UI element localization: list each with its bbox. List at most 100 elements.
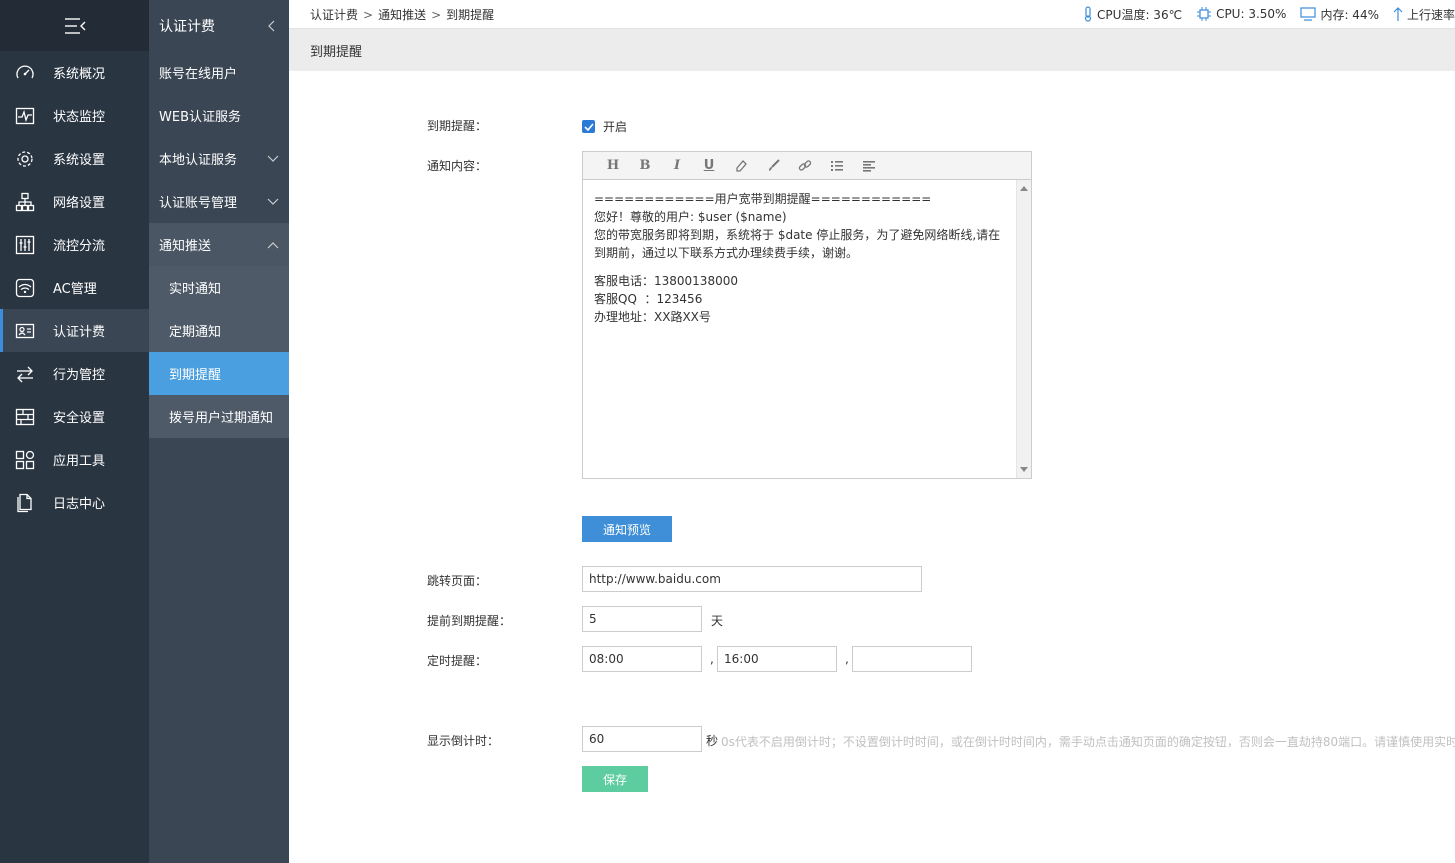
content-line: 办理地址：XX路XX号 bbox=[594, 310, 711, 324]
eraser-button[interactable] bbox=[725, 156, 757, 176]
nav-item-label: 应用工具 bbox=[53, 454, 106, 469]
expiry-reminder-form: 到期提醒： 开启 通知内容： H B I U ============用户宽带到… bbox=[289, 71, 1455, 863]
link-icon bbox=[798, 159, 812, 171]
nav-item-10[interactable]: 日志中心 bbox=[0, 481, 149, 524]
upload-value: 上行速率 bbox=[1406, 7, 1455, 22]
sidebar-item-notify-push[interactable]: 通知推送 bbox=[149, 223, 289, 266]
memory-value: 内存: 44% bbox=[1320, 7, 1379, 22]
cpu-temp-stat: CPU温度: 36℃ bbox=[1083, 6, 1182, 23]
heading-button[interactable]: H bbox=[597, 156, 629, 176]
nav-item-3[interactable]: 网络设置 bbox=[0, 180, 149, 223]
cpu-stat: CPU: 3.50% bbox=[1196, 6, 1286, 22]
breadcrumb-item[interactable]: 认证计费 bbox=[310, 8, 358, 22]
nav-item-7[interactable]: 行为管控 bbox=[0, 352, 149, 395]
dashboard-icon bbox=[14, 62, 36, 84]
memory-stat: 内存: 44% bbox=[1300, 6, 1379, 23]
timer-input-1[interactable]: 08:00 bbox=[582, 646, 702, 672]
breadcrumb-separator: > bbox=[431, 7, 442, 22]
advance-days-input[interactable]: 5 bbox=[582, 606, 702, 632]
timer-label: 定时提醒： bbox=[427, 654, 488, 668]
apps-icon bbox=[14, 449, 36, 471]
sidebar-item-local-auth[interactable]: 本地认证服务 bbox=[149, 137, 289, 180]
sidebar-subitem-dialup-expiry[interactable]: 拨号用户过期通知 bbox=[149, 395, 289, 438]
italic-button[interactable]: I bbox=[661, 156, 693, 176]
nav-item-2[interactable]: 系统设置 bbox=[0, 137, 149, 180]
breadcrumb-current: 到期提醒 bbox=[446, 7, 495, 22]
nav-item-label: 安全设置 bbox=[53, 411, 106, 426]
nav-item-label: 认证计费 bbox=[53, 325, 106, 340]
brush-button[interactable] bbox=[757, 156, 789, 176]
scroll-up-icon[interactable] bbox=[1020, 186, 1028, 191]
page-title: 到期提醒 bbox=[310, 44, 363, 60]
nav-item-6[interactable]: 认证计费 bbox=[0, 309, 149, 352]
enable-checkbox[interactable] bbox=[582, 120, 595, 133]
nav-item-1[interactable]: 状态监控 bbox=[0, 94, 149, 137]
sidebar-item-label: 账号在线用户 bbox=[159, 67, 238, 82]
nav-item-label: 流控分流 bbox=[53, 239, 106, 254]
nav-item-label: 网络设置 bbox=[53, 196, 106, 211]
bold-button[interactable]: B bbox=[629, 156, 661, 176]
nav-item-5[interactable]: AC管理 bbox=[0, 266, 149, 309]
editor-scrollbar[interactable] bbox=[1016, 180, 1031, 478]
menu-collapse-icon bbox=[64, 17, 85, 34]
cpu-temp-value: CPU温度: 36℃ bbox=[1097, 7, 1183, 22]
sidebar-item-label: 通知推送 bbox=[159, 239, 212, 254]
sidebar-item-label: WEB认证服务 bbox=[159, 110, 241, 125]
content-label: 通知内容： bbox=[427, 159, 488, 173]
chevron-down-icon bbox=[267, 198, 279, 205]
menu-toggle[interactable] bbox=[0, 0, 149, 51]
sidebar-item-label: 实时通知 bbox=[169, 282, 222, 297]
sidebar-subitem-periodic[interactable]: 定期通知 bbox=[149, 309, 289, 352]
chip-icon bbox=[1197, 7, 1212, 21]
scroll-down-icon[interactable] bbox=[1020, 467, 1028, 472]
advance-label: 提前到期提醒： bbox=[427, 614, 512, 628]
nav-item-4[interactable]: 流控分流 bbox=[0, 223, 149, 266]
sliders-icon bbox=[14, 234, 36, 256]
thermometer-icon bbox=[1084, 6, 1092, 22]
gear-icon bbox=[14, 148, 36, 170]
underline-button[interactable]: U bbox=[693, 156, 725, 176]
redirect-url-input[interactable]: http://www.baidu.com bbox=[582, 566, 922, 592]
link-button[interactable] bbox=[789, 156, 821, 176]
primary-sidebar: 系统概况 状态监控 系统设置网络设置流控分流 AC管理认证计费行为管控安全设置应用工具… bbox=[0, 0, 149, 863]
system-stats: CPU温度: 36℃ CPU: 3.50% 内存: 44% 上行速率 bbox=[1069, 6, 1455, 23]
secondary-sidebar-title: 认证计费 bbox=[159, 18, 215, 35]
upload-stat: 上行速率 bbox=[1393, 6, 1455, 23]
heading-icon: H bbox=[606, 158, 620, 173]
sidebar-item-online-users[interactable]: 账号在线用户 bbox=[149, 51, 289, 94]
sidebar-subitem-realtime[interactable]: 实时通知 bbox=[149, 266, 289, 309]
reminder-label: 到期提醒： bbox=[427, 119, 488, 133]
enable-checkbox-group[interactable]: 开启 bbox=[582, 118, 627, 135]
editor-toolbar: H B I U bbox=[583, 152, 1031, 180]
sidebar-item-account-mgmt[interactable]: 认证账号管理 bbox=[149, 180, 289, 223]
align-button[interactable] bbox=[853, 156, 885, 176]
nav-item-8[interactable]: 安全设置 bbox=[0, 395, 149, 438]
sidebar-subitem-expiry[interactable]: 到期提醒 bbox=[149, 352, 289, 395]
countdown-input[interactable]: 60 bbox=[582, 726, 702, 752]
chevron-up-icon bbox=[267, 241, 279, 248]
rich-text-editor: H B I U ============用户宽带到期提醒============… bbox=[582, 151, 1032, 479]
preview-button[interactable]: 通知预览 bbox=[582, 516, 672, 542]
days-unit-label: 天 bbox=[711, 614, 724, 628]
breadcrumb-item[interactable]: 通知推送 bbox=[378, 8, 426, 22]
timer-input-3[interactable] bbox=[852, 646, 972, 672]
content-line: 客服QQ ：123456 bbox=[594, 292, 703, 306]
nav-item-0[interactable]: 系统概况 bbox=[0, 51, 149, 94]
editor-content[interactable]: ============用户宽带到期提醒============ 您好！尊敬的用… bbox=[583, 180, 1016, 478]
countdown-label: 显示倒计时： bbox=[427, 734, 500, 748]
list-button[interactable] bbox=[821, 156, 853, 176]
breadcrumb-separator: > bbox=[363, 7, 374, 22]
save-button[interactable]: 保存 bbox=[582, 766, 648, 792]
sidebar-item-label: 定期通知 bbox=[169, 325, 222, 340]
sidebar-item-label: 认证账号管理 bbox=[159, 196, 238, 211]
timer-input-2[interactable]: 16:00 bbox=[717, 646, 837, 672]
sidebar-item-label: 本地认证服务 bbox=[159, 153, 238, 168]
italic-icon: I bbox=[673, 158, 681, 173]
underline-icon: U bbox=[703, 158, 715, 173]
eraser-icon bbox=[735, 160, 747, 172]
list-icon bbox=[831, 160, 843, 171]
nav-item-9[interactable]: 应用工具 bbox=[0, 438, 149, 481]
sidebar-item-web-auth[interactable]: WEB认证服务 bbox=[149, 94, 289, 137]
secondary-sidebar-header[interactable]: 认证计费 bbox=[149, 0, 289, 51]
content-line: 您的带宽服务即将到期，系统将于 $date 停止服务，为了避免网络断线,请在到期… bbox=[594, 228, 1001, 260]
